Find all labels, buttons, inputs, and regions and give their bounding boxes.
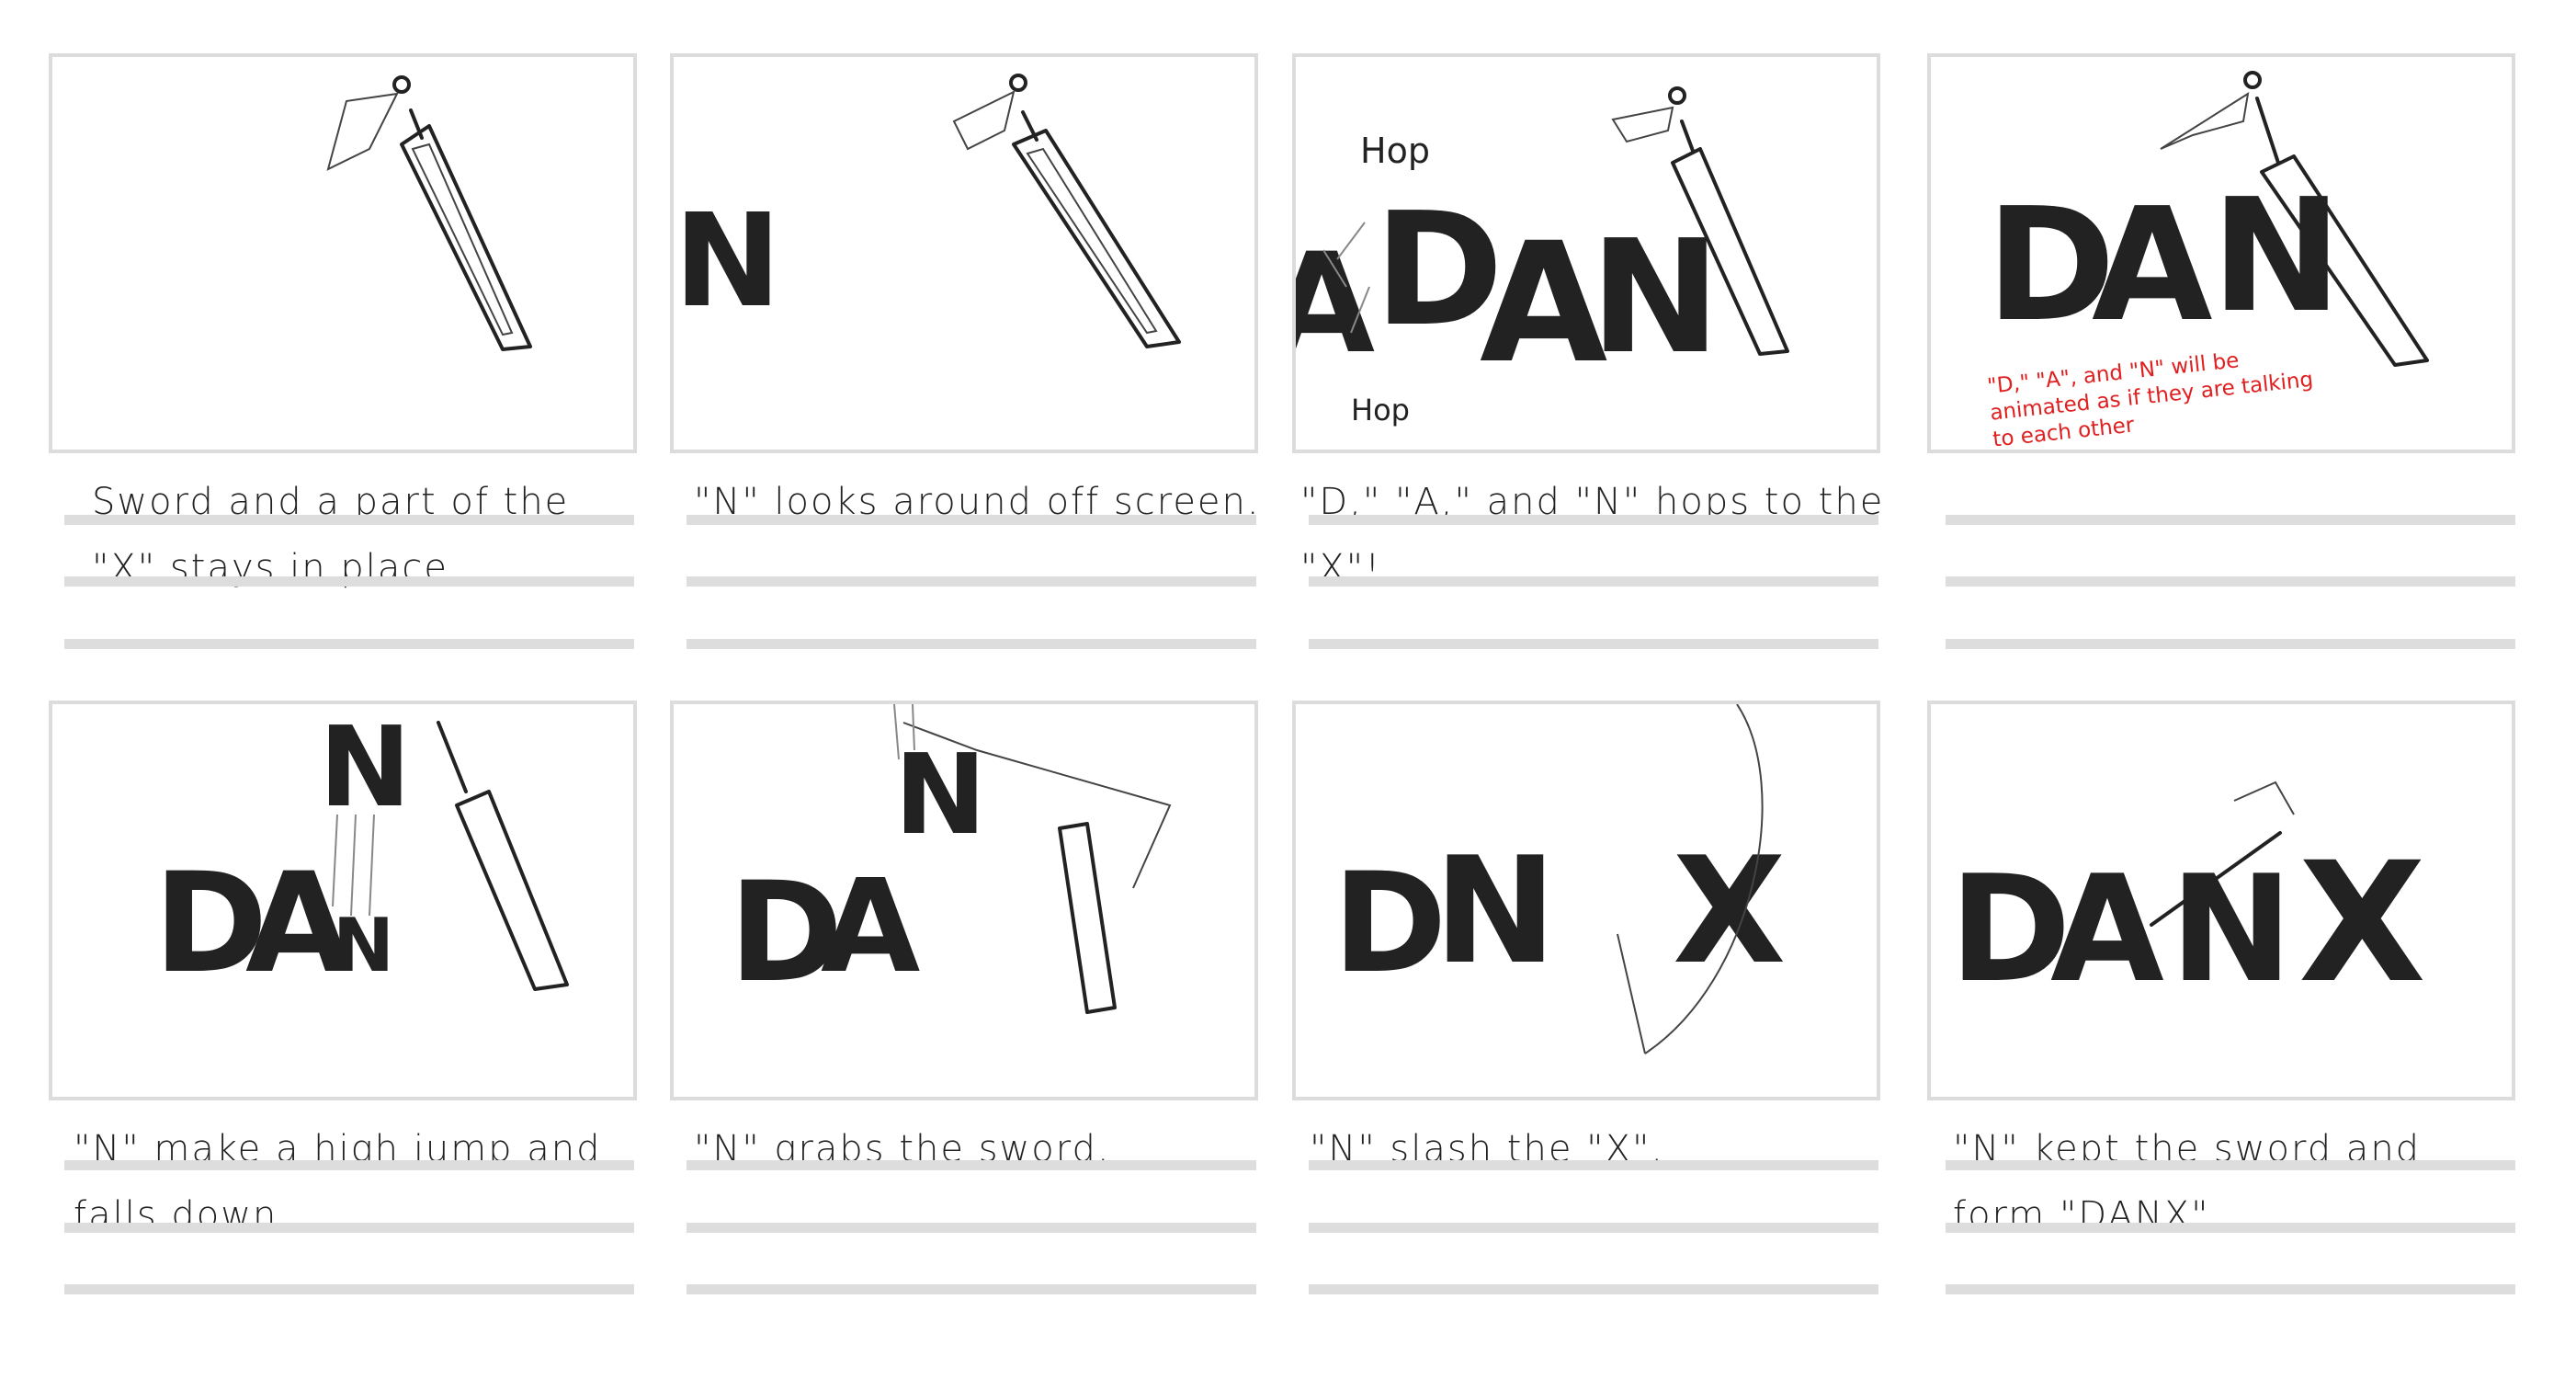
svg-text:N: N [894,732,986,860]
caption-panel-7: "N" slash the "X". [1310,1128,1665,1170]
rule [1946,1160,2515,1170]
letter-n-peek: N [674,187,781,336]
rule [1309,1284,1878,1294]
rule [64,1284,634,1294]
rule [1309,576,1878,587]
svg-text:N: N [1590,207,1720,389]
letter-n-jump: N [319,704,411,832]
panel-7-drawing: D N X [1333,704,1786,1054]
storyboard-panel-5: D A N N [49,701,637,1100]
rule [687,576,1256,587]
rule [1309,639,1878,649]
svg-text:A: A [2050,843,2164,1015]
rule [1946,639,2515,649]
rule [1946,576,2515,587]
rule [1309,1160,1878,1170]
svg-text:N: N [1434,825,1557,997]
caption-panel-6: "N" grabs the sword. [694,1128,1111,1170]
svg-text:N: N [333,903,394,988]
storyboard-panel-2: N [670,53,1258,453]
svg-text:D: D [1333,844,1447,1004]
rule [1946,1223,2515,1233]
rule [687,1160,1256,1170]
rule [1946,515,2515,525]
panel-5-drawing: D A N N [153,704,569,1004]
letters-dan: D A N [1986,165,2342,357]
svg-text:A: A [2092,175,2213,357]
panel-1-drawing [326,75,532,351]
letters-dan: D A N [729,732,986,1013]
rule [64,1160,634,1170]
storyboard-panel-8: D A N X [1927,701,2515,1100]
svg-text:A: A [1480,208,1607,400]
sfx-hop-top: Hop [1360,131,1430,171]
storyboard-panel-7: D N X [1292,701,1880,1100]
storyboard-panel-1 [49,53,637,453]
rule [687,639,1256,649]
rule [1309,515,1878,525]
storyboard-panel-6: D A N [670,701,1258,1100]
rule [687,1284,1256,1294]
svg-text:X: X [1673,825,1786,997]
svg-text:X: X [2298,827,2426,1020]
sword [2233,781,2295,815]
panel-6-drawing: D A N [729,704,1172,1014]
rule [64,1223,634,1233]
rule [687,515,1256,525]
rule [64,576,634,587]
sword [952,74,1181,348]
rule [1946,1284,2515,1294]
svg-text:N: N [2211,165,2342,348]
panel-2-drawing: N [674,74,1181,348]
sword [437,721,569,991]
storyboard-panel-4: D A N "D," "A", and "N" will be animated… [1927,53,2515,453]
sfx-hop-bottom: Hop [1351,393,1410,427]
rule [64,639,634,649]
rule [64,515,634,525]
rule [1309,1223,1878,1233]
letters-danx: D N X [1333,825,1786,1004]
svg-text:A: A [821,852,920,1002]
storyboard-panel-3: D A N A Hop Hop [1292,53,1880,453]
caption-panel-2: "N" looks around off screen. [694,481,1261,523]
letters-danx: D A N X [1949,827,2426,1020]
letters-dan: D A N A [1296,179,1720,400]
rule [687,1223,1256,1233]
slash-arc [1617,933,1646,1054]
panel-8-drawing: D A N X [1949,781,2426,1020]
sword [326,75,532,351]
